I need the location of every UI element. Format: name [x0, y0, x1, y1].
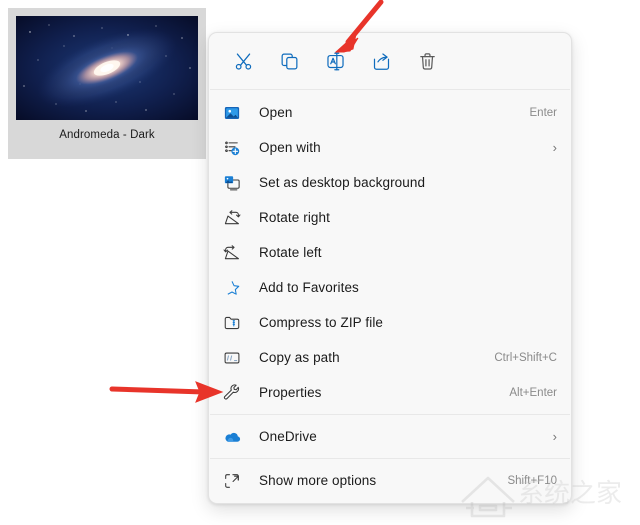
delete-button[interactable]	[405, 43, 449, 79]
menu-item-rotate-right[interactable]: Rotate right	[209, 200, 571, 235]
menu-item-label: Set as desktop background	[259, 175, 426, 190]
copy-button[interactable]	[267, 43, 311, 79]
context-menu: Open Enter Open with › Set as desktop ba…	[208, 32, 572, 504]
file-thumbnail-tile[interactable]: Andromeda - Dark	[8, 8, 206, 159]
menu-item-compress-to-zip[interactable]: Compress to ZIP file	[209, 305, 571, 340]
chevron-right-icon: ›	[552, 429, 557, 444]
chevron-right-icon: ›	[552, 140, 557, 155]
context-menu-items: Open Enter Open with › Set as desktop ba…	[209, 90, 571, 498]
menu-item-label: Properties	[259, 385, 322, 400]
menu-item-label: OneDrive	[259, 429, 317, 444]
rotate-right-icon	[223, 207, 249, 229]
menu-item-label: Compress to ZIP file	[259, 315, 384, 330]
rename-button[interactable]	[313, 43, 357, 79]
desktop-background-icon	[223, 172, 249, 194]
menu-item-copy-as-path[interactable]: Copy as path Ctrl+Shift+C	[209, 340, 571, 375]
open-with-icon	[223, 137, 249, 159]
rotate-left-icon	[223, 242, 249, 264]
share-icon	[373, 52, 389, 70]
menu-item-accel: Ctrl+Shift+C	[494, 351, 557, 364]
wrench-icon	[223, 382, 249, 404]
menu-item-label: Show more options	[259, 473, 377, 488]
share-button[interactable]	[359, 43, 403, 79]
menu-item-label: Open	[259, 105, 293, 120]
cut-icon	[235, 52, 251, 70]
star-icon	[223, 277, 249, 299]
thumbnail-caption: Andromeda - Dark	[59, 129, 155, 141]
menu-item-set-as-desktop-background[interactable]: Set as desktop background	[209, 165, 571, 200]
photo-icon	[223, 102, 249, 124]
menu-item-label: Rotate left	[259, 245, 322, 260]
menu-item-label: Rotate right	[259, 210, 330, 225]
rename-icon	[326, 52, 344, 70]
menu-item-onedrive[interactable]: OneDrive ›	[209, 419, 571, 454]
menu-item-show-more-options[interactable]: Show more options Shift+F10	[209, 463, 571, 498]
menu-item-add-to-favorites[interactable]: Add to Favorites	[209, 270, 571, 305]
andromeda-thumbnail-image	[16, 16, 198, 120]
context-menu-toolbar	[209, 33, 571, 89]
menu-item-rotate-left[interactable]: Rotate left	[209, 235, 571, 270]
menu-item-open-with[interactable]: Open with ›	[209, 130, 571, 165]
galaxy-illustration	[16, 16, 198, 120]
menu-item-accel: Enter	[529, 106, 558, 119]
menu-item-label: Open with	[259, 140, 321, 155]
menu-item-accel: Alt+Enter	[509, 386, 557, 399]
copy-icon	[281, 53, 297, 69]
menu-item-properties[interactable]: Properties Alt+Enter	[209, 375, 571, 410]
menu-item-open[interactable]: Open Enter	[209, 95, 571, 130]
menu-item-label: Add to Favorites	[259, 280, 359, 295]
cloud-icon	[223, 426, 249, 448]
zip-icon	[223, 312, 249, 334]
show-more-icon	[223, 470, 249, 492]
screenshot-root: Andromeda - Dark Open Enter Open with › …	[0, 0, 640, 525]
delete-icon	[419, 52, 435, 70]
menu-item-accel: Shift+F10	[507, 474, 557, 487]
cut-button[interactable]	[221, 43, 265, 79]
menu-item-label: Copy as path	[259, 350, 340, 365]
copy-path-icon	[223, 347, 249, 369]
